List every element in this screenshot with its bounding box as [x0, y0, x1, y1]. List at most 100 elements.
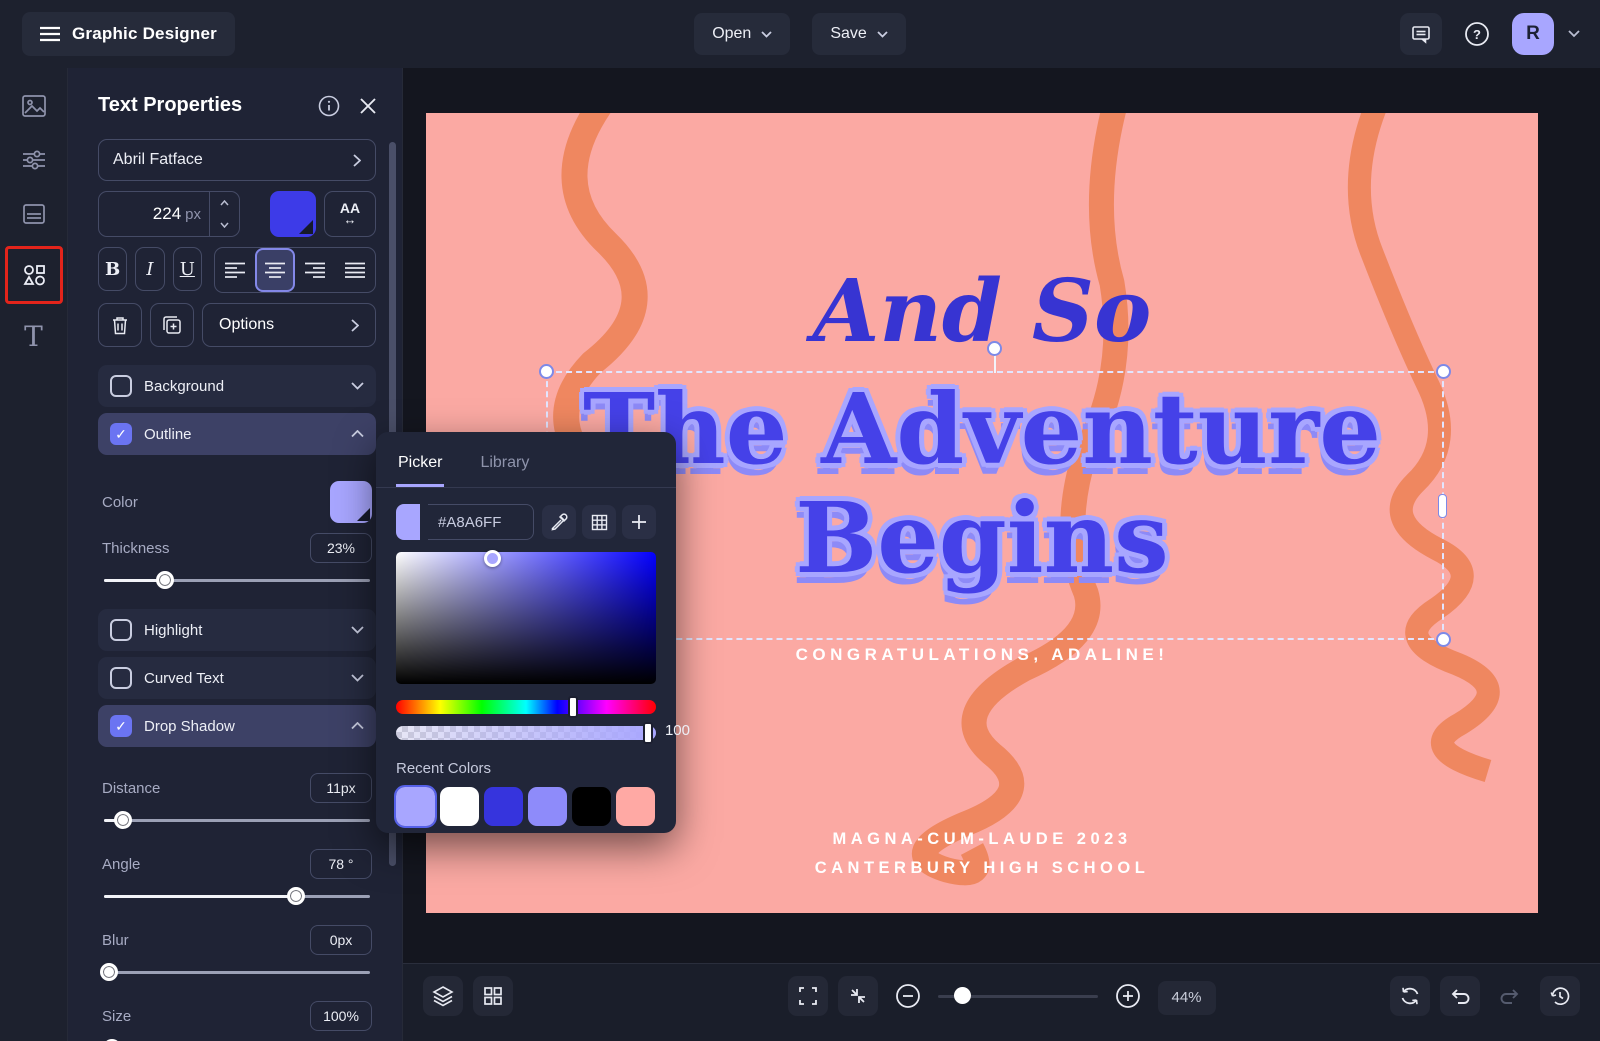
palette-grid-button[interactable] [582, 505, 616, 539]
refresh-button[interactable] [1390, 976, 1430, 1016]
rail-item-images[interactable] [12, 84, 56, 128]
rotate-handle[interactable] [987, 341, 1002, 356]
history-button[interactable] [1540, 976, 1580, 1016]
close-icon[interactable] [360, 97, 376, 114]
rail-item-adjustments[interactable] [12, 138, 56, 182]
recent-color-swatch[interactable] [572, 787, 611, 826]
zoom-in-icon [1114, 983, 1140, 1009]
rail-item-text[interactable]: T [12, 314, 56, 358]
outline-thickness-value[interactable]: 23% [310, 533, 372, 563]
resize-handle-right[interactable] [1438, 493, 1447, 518]
avatar-initial: R [1526, 23, 1540, 44]
tab-picker[interactable]: Picker [396, 448, 445, 487]
save-button[interactable]: Save [812, 13, 906, 55]
undo-button[interactable] [1440, 976, 1480, 1016]
resize-handle-top-right[interactable] [1436, 364, 1451, 379]
current-color-swatch[interactable] [396, 504, 420, 540]
shadow-distance-value[interactable]: 11px [310, 773, 372, 803]
zoom-slider-thumb[interactable] [953, 987, 971, 1004]
eyedropper-button[interactable] [542, 505, 576, 539]
help-button[interactable]: ? [1456, 13, 1498, 55]
stepper-up-icon[interactable] [210, 192, 239, 214]
section-curved-text[interactable]: Curved Text [98, 657, 376, 699]
shadow-blur-value[interactable]: 0px [310, 925, 372, 955]
hex-input[interactable] [428, 504, 534, 540]
info-icon[interactable] [318, 95, 340, 117]
delete-button[interactable] [98, 303, 142, 347]
recent-color-swatch[interactable] [528, 787, 567, 826]
pages-button[interactable] [473, 976, 513, 1016]
letter-spacing-button[interactable]: AA ↔ [324, 191, 376, 237]
curved-text-checkbox[interactable] [110, 667, 132, 689]
shadow-distance-label: Distance [102, 779, 161, 797]
layers-button[interactable] [423, 976, 463, 1016]
shadow-angle-value[interactable]: 78 ° [310, 849, 372, 879]
font-family-select[interactable]: Abril Fatface [98, 139, 376, 181]
recent-color-swatch[interactable] [394, 785, 437, 828]
zoom-out-button[interactable] [887, 976, 927, 1016]
drop-shadow-checkbox[interactable]: ✓ [110, 715, 132, 737]
open-button[interactable]: Open [694, 13, 791, 55]
resize-handle-top-left[interactable] [539, 364, 554, 379]
resize-handle-bottom-right[interactable] [1436, 632, 1451, 647]
canvas-script-text[interactable]: And So [426, 261, 1538, 362]
duplicate-button[interactable] [150, 303, 194, 347]
recent-color-swatch[interactable] [484, 787, 523, 826]
opacity-value[interactable]: 100 [665, 722, 690, 739]
zoom-slider[interactable] [937, 976, 1098, 1016]
align-right-button[interactable] [295, 248, 335, 292]
outline-thickness-slider[interactable] [104, 571, 370, 589]
section-highlight[interactable]: Highlight [98, 609, 376, 651]
trash-icon [111, 315, 129, 335]
recent-color-swatch[interactable] [616, 787, 655, 826]
main-menu-button[interactable]: Graphic Designer [22, 12, 235, 56]
avatar[interactable]: R [1512, 13, 1554, 55]
section-outline[interactable]: ✓ Outline [98, 413, 376, 455]
outline-checkbox[interactable]: ✓ [110, 423, 132, 445]
section-label: Highlight [144, 621, 203, 639]
text-color-swatch[interactable] [270, 191, 316, 237]
opacity-slider[interactable]: 100 [396, 722, 690, 744]
recent-color-swatch[interactable] [440, 787, 479, 826]
hue-slider[interactable] [396, 696, 656, 718]
section-drop-shadow[interactable]: ✓ Drop Shadow [98, 705, 376, 747]
tab-library[interactable]: Library [478, 448, 531, 487]
shadow-size-value[interactable]: 100% [310, 1001, 372, 1031]
zoom-level-field[interactable]: 44% [1157, 980, 1216, 1015]
canvas-footer-text[interactable]: MAGNA-CUM-LAUDE 2023 CANTERBURY HIGH SCH… [426, 825, 1538, 883]
align-justify-button[interactable] [335, 248, 375, 292]
feedback-button[interactable] [1400, 13, 1442, 55]
rail-item-shapes[interactable] [12, 253, 56, 297]
align-center-button[interactable] [254, 248, 295, 292]
outline-color-swatch[interactable] [330, 481, 372, 523]
fit-to-screen-button[interactable] [837, 976, 878, 1016]
layout-icon [21, 201, 47, 227]
fullscreen-button[interactable] [787, 976, 828, 1016]
opacity-slider-thumb[interactable] [643, 722, 653, 744]
svg-text:?: ? [1473, 27, 1481, 42]
font-size-stepper [209, 192, 239, 236]
redo-button[interactable] [1490, 976, 1530, 1016]
shadow-distance-slider[interactable] [104, 811, 370, 829]
zoom-in-button[interactable] [1107, 976, 1147, 1016]
shadow-blur-slider[interactable] [100, 963, 370, 981]
section-background[interactable]: Background [98, 365, 376, 407]
shadow-angle-slider[interactable] [104, 887, 370, 905]
account-chevron-icon[interactable] [1568, 30, 1580, 38]
italic-button[interactable]: I [135, 247, 165, 291]
section-label: Drop Shadow [144, 717, 235, 735]
hue-slider-thumb[interactable] [567, 696, 578, 718]
help-icon: ? [1464, 21, 1490, 47]
align-left-button[interactable] [215, 248, 255, 292]
underline-button[interactable]: U [172, 247, 202, 291]
rail-item-templates[interactable] [12, 192, 56, 236]
highlight-checkbox[interactable] [110, 619, 132, 641]
bold-button[interactable]: B [98, 247, 128, 291]
stepper-down-icon[interactable] [210, 214, 239, 236]
saturation-cursor[interactable] [484, 550, 502, 567]
background-checkbox[interactable] [110, 375, 132, 397]
options-button[interactable]: Options [202, 303, 376, 347]
saturation-area[interactable] [396, 550, 656, 684]
add-color-button[interactable] [622, 505, 656, 539]
font-size-field[interactable]: 224 px [98, 191, 240, 237]
